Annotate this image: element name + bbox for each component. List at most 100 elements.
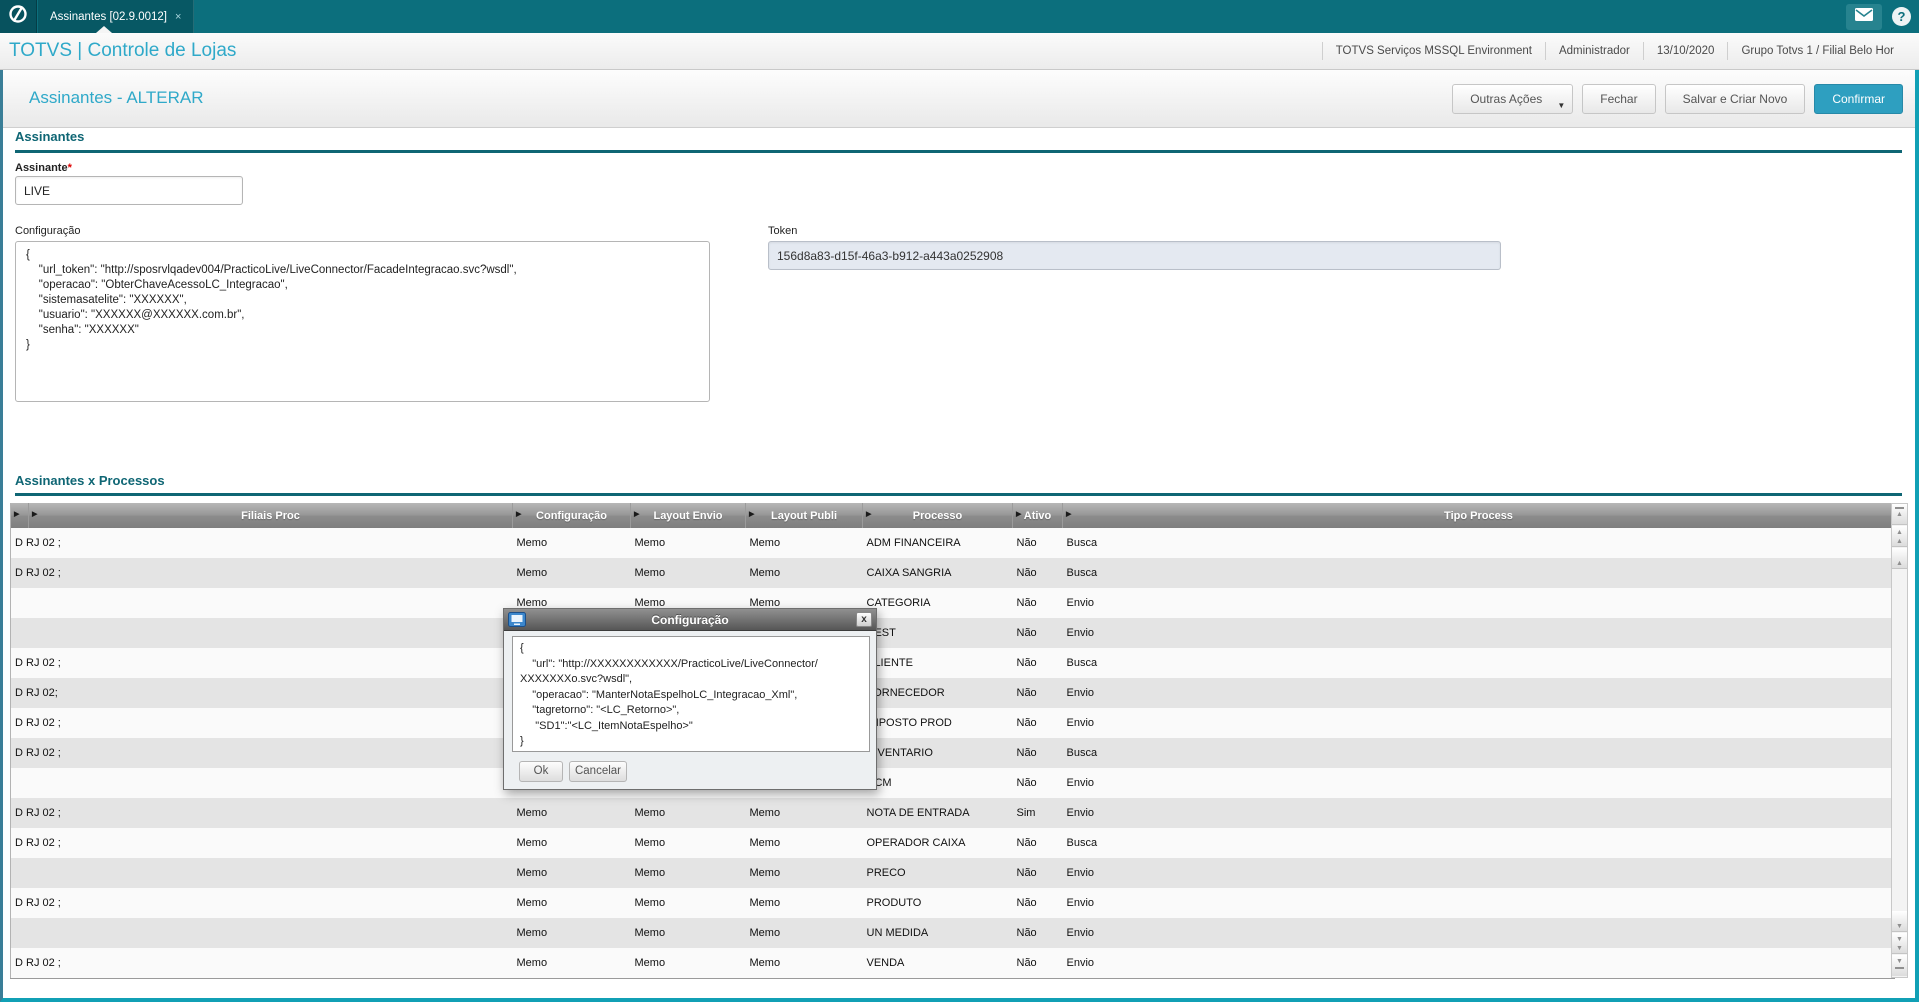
- tab-close-icon[interactable]: ×: [175, 11, 181, 23]
- col-layout-publi[interactable]: ▶ Layout Publi: [745, 503, 863, 528]
- col-layout-envio[interactable]: ▶ Layout Envio: [630, 503, 746, 528]
- cell-configuracao[interactable]: Memo: [513, 888, 631, 918]
- cell-configuracao[interactable]: Memo: [513, 798, 631, 828]
- table-row[interactable]: D RJ 02 ; Memo Memo Memo VENDA Não Envio: [10, 948, 1895, 978]
- dialog-ok-button[interactable]: Ok: [519, 761, 563, 782]
- tab-label: Assinantes [02.9.0012]: [50, 10, 167, 23]
- table-row[interactable]: D RJ 02 ;MemoMemoMemoCLIENTENãoBusca: [10, 648, 1895, 678]
- tab-assinantes[interactable]: Assinantes [02.9.0012] ×: [38, 0, 195, 33]
- table-row[interactable]: MemoMemoMemoCESTNãoEnvio: [10, 618, 1895, 648]
- col-filiais-proc[interactable]: ▶ Filiais Proc: [28, 503, 513, 528]
- cell-layout-publi[interactable]: Memo: [746, 888, 863, 918]
- cell-ativo: Sim: [1016, 807, 1036, 819]
- table-row[interactable]: D RJ 02 ; Memo Memo Memo PRODUTO Não Envio: [10, 888, 1895, 918]
- token-input: [768, 241, 1501, 270]
- cell-layout-envio[interactable]: Memo: [631, 858, 746, 888]
- cell-tipo-process: Busca: [1066, 837, 1098, 849]
- configuracao-dialog: Configuração x { "url": "http://XXXXXXXX…: [503, 608, 877, 790]
- cell-layout-publi[interactable]: Memo: [746, 558, 863, 588]
- cell-layout-envio[interactable]: Memo: [631, 558, 746, 588]
- dialog-title-bar[interactable]: Configuração x: [504, 609, 876, 631]
- help-button[interactable]: ?: [1892, 7, 1911, 26]
- help-icon: ?: [1897, 9, 1906, 24]
- cell-configuracao[interactable]: Memo: [513, 528, 631, 558]
- cell-layout-envio[interactable]: Memo: [631, 918, 746, 948]
- confirm-button[interactable]: Confirmar: [1814, 84, 1903, 114]
- cell-layout-envio[interactable]: Memo: [631, 528, 746, 558]
- table-row[interactable]: Memo Memo Memo CATEGORIA Não Envio: [10, 588, 1895, 618]
- cell-tipo-process: Envio: [1066, 717, 1095, 729]
- save-and-new-button[interactable]: Salvar e Criar Novo: [1664, 84, 1806, 114]
- mail-button[interactable]: [1846, 3, 1882, 30]
- scroll-bottom-button[interactable]: ▼: [1892, 955, 1907, 976]
- scroll-up-button[interactable]: ▲: [1892, 548, 1907, 569]
- cell-layout-envio[interactable]: Memo: [631, 798, 746, 828]
- dialog-close-button[interactable]: x: [856, 612, 872, 627]
- table-row[interactable]: D RJ 02;MemoMemoMemoFORNECEDORNãoEnvio: [10, 678, 1895, 708]
- close-button[interactable]: Fechar: [1582, 84, 1656, 114]
- dialog-title: Configuração: [651, 612, 729, 627]
- other-actions-button[interactable]: Outras Ações ▼: [1452, 84, 1574, 114]
- dialog-config-textarea[interactable]: { "url": "http://XXXXXXXXXXXX/PracticoLi…: [512, 636, 870, 752]
- totvs-logo[interactable]: [0, 0, 37, 33]
- cell-tipo-process: Envio: [1066, 627, 1095, 639]
- cell-processo: CEST: [866, 627, 896, 639]
- cell-tipo-process: Envio: [1066, 867, 1095, 879]
- cell-filiais: [11, 858, 513, 888]
- col-tipo-process[interactable]: ▶ Tipo Process: [1062, 503, 1895, 528]
- cell-layout-envio[interactable]: Memo: [631, 828, 746, 858]
- table-row[interactable]: Memo Memo Memo UN MEDIDA Não Envio: [10, 918, 1895, 948]
- action-toolbar: Assinantes - ALTERAR Outras Ações ▼ Fech…: [3, 70, 1915, 128]
- cell-ativo: Não: [1016, 627, 1037, 639]
- cell-configuracao[interactable]: Memo: [513, 918, 631, 948]
- table-row[interactable]: D RJ 02 ;MemoMemoMemoIMPOSTO PRODNãoEnvi…: [10, 708, 1895, 738]
- required-asterisk: *: [67, 162, 72, 174]
- cell-layout-envio[interactable]: Memo: [631, 948, 746, 978]
- section-assinantes: Assinantes: [15, 129, 85, 144]
- table-row[interactable]: MemoMemoMemoNCMNãoEnvio: [10, 768, 1895, 798]
- scroll-down-button[interactable]: ▼: [1892, 911, 1907, 932]
- processos-grid: ▶ ▶ Filiais Proc ▶ Configuração ▶ Layout En…: [10, 503, 1895, 979]
- branch-label[interactable]: Grupo Totvs 1 / Filial Belo Hor: [1727, 42, 1907, 60]
- cell-layout-publi[interactable]: Memo: [746, 918, 863, 948]
- grid-body: D RJ 02 ; Memo Memo Memo ADM FINANCEIRA Não Bu…: [10, 528, 1895, 978]
- configuracao-textarea[interactable]: { "url_token": "http://sposrvlqadev004/P…: [15, 241, 710, 402]
- dialog-cancel-button[interactable]: Cancelar: [569, 761, 627, 782]
- grid-vertical-scrollbar[interactable]: ▲ ▲ ▲ ▲ ▼ ▼ ▼ ▼: [1891, 503, 1908, 978]
- cell-configuracao[interactable]: Memo: [513, 828, 631, 858]
- cell-tipo-process: Envio: [1066, 927, 1095, 939]
- table-row[interactable]: Memo Memo Memo PRECO Não Envio: [10, 858, 1895, 888]
- cell-filiais: D RJ 02 ;: [15, 717, 61, 729]
- cell-tipo-process: Busca: [1066, 567, 1098, 579]
- cell-tipo-process: Envio: [1066, 777, 1095, 789]
- date-label: 13/10/2020: [1642, 42, 1728, 60]
- cell-layout-publi[interactable]: Memo: [746, 828, 863, 858]
- cell-layout-publi[interactable]: Memo: [746, 798, 863, 828]
- cell-ativo: Não: [1016, 837, 1037, 849]
- table-row[interactable]: D RJ 02 ;MemoMemoMemoINVENTARIONãoBusca: [10, 738, 1895, 768]
- cell-layout-publi[interactable]: Memo: [746, 948, 863, 978]
- sort-arrow-icon: ▶: [1066, 511, 1072, 518]
- assinante-input[interactable]: [15, 176, 243, 205]
- table-row[interactable]: D RJ 02 ; Memo Memo Memo NOTA DE ENTRADA Sim E…: [10, 798, 1895, 828]
- cell-configuracao[interactable]: Memo: [513, 858, 631, 888]
- col-gutter[interactable]: ▶: [10, 503, 29, 528]
- table-row[interactable]: D RJ 02 ; Memo Memo Memo CAIXA SANGRIA Não Bus…: [10, 558, 1895, 588]
- scroll-pagedown-button[interactable]: ▼ ▼: [1892, 933, 1907, 954]
- cell-filiais: D RJ 02 ;: [15, 657, 61, 669]
- cell-layout-publi[interactable]: Memo: [746, 858, 863, 888]
- cell-layout-envio[interactable]: Memo: [631, 888, 746, 918]
- page-title: Assinantes - ALTERAR: [29, 88, 204, 107]
- col-configuracao[interactable]: ▶ Configuração: [512, 503, 631, 528]
- cell-configuracao[interactable]: Memo: [513, 948, 631, 978]
- table-row[interactable]: D RJ 02 ; Memo Memo Memo OPERADOR CAIXA Não Bu…: [10, 828, 1895, 858]
- cell-ativo: Não: [1016, 747, 1037, 759]
- col-processo[interactable]: ▶ Processo: [862, 503, 1013, 528]
- cell-layout-publi[interactable]: Memo: [746, 528, 863, 558]
- scroll-top-button[interactable]: ▲: [1892, 504, 1907, 525]
- sort-arrow-icon: ▶: [866, 511, 872, 518]
- cell-configuracao[interactable]: Memo: [513, 558, 631, 588]
- table-row[interactable]: D RJ 02 ; Memo Memo Memo ADM FINANCEIRA Não Bu…: [10, 528, 1895, 558]
- scroll-pageup-button[interactable]: ▲ ▲: [1892, 526, 1907, 547]
- col-ativo[interactable]: ▶ Ativo: [1012, 503, 1063, 528]
